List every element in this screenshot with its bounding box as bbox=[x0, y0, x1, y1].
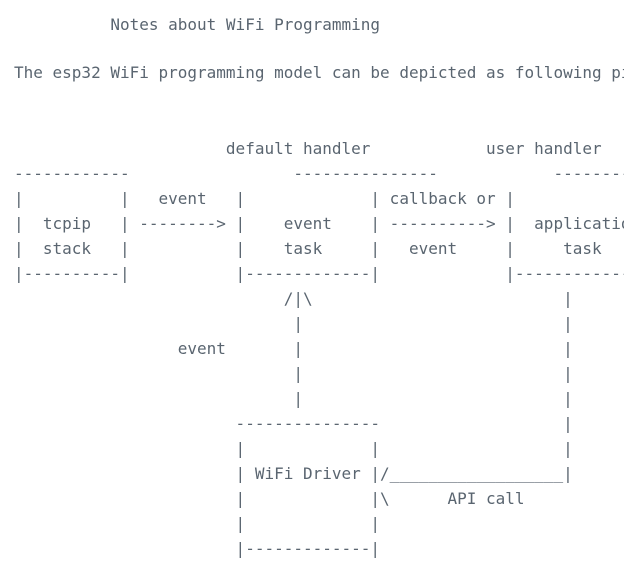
ascii-architecture-diagram: default handler user handler -----------… bbox=[14, 139, 624, 558]
page-title: Notes about WiFi Programming bbox=[14, 15, 381, 34]
document-page: Notes about WiFi Programming The esp32 W… bbox=[0, 0, 624, 568]
intro-paragraph: The esp32 WiFi programming model can be … bbox=[14, 63, 624, 82]
